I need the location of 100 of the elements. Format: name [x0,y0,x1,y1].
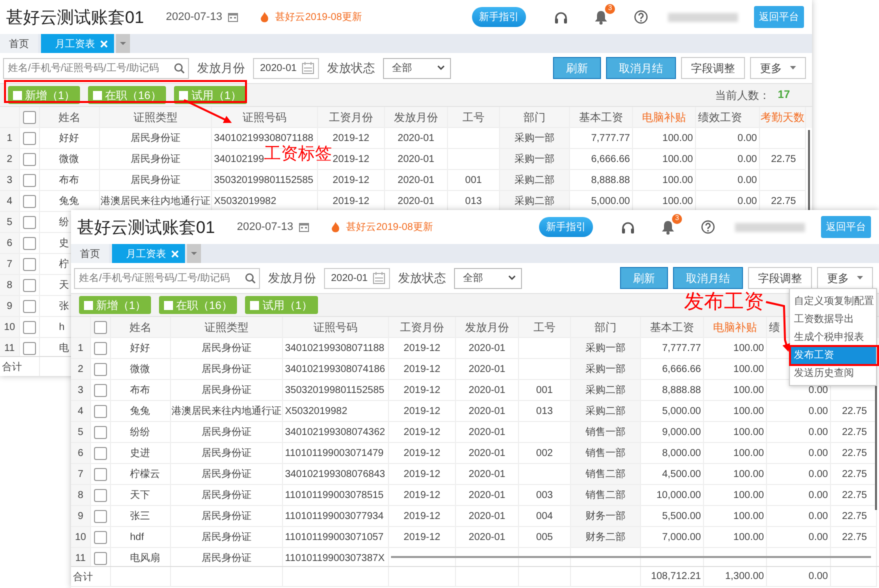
column-header[interactable]: 发放月份 [385,107,448,128]
caret-icon[interactable] [857,276,863,280]
row-checkbox[interactable] [23,236,36,250]
column-header[interactable]: 证照类型 [171,317,283,338]
headset-icon[interactable] [621,220,635,234]
search-field[interactable]: 姓名/手机号/证照号码/工号/助记码 [74,268,260,288]
table-cell: 好好 [40,128,100,149]
more-dropdown-button[interactable]: 更多 [750,57,806,79]
table-cell: 100.00 [704,506,767,527]
redacted-username [735,222,805,232]
help-icon[interactable] [634,10,648,24]
column-header[interactable]: 发放月份 [456,317,519,338]
row-checkbox[interactable] [23,152,36,166]
menu-item[interactable]: 生成个税申报表 [790,328,876,346]
caret-icon[interactable] [790,66,796,70]
column-header[interactable]: 证照类型 [100,107,212,128]
row-checkbox[interactable] [23,132,36,144]
headset-icon[interactable] [554,10,568,24]
row-checkbox[interactable] [94,510,107,522]
bell-icon[interactable] [594,10,608,24]
table-cell: 2020-01 [456,422,519,443]
status-select[interactable]: 全部 [454,268,522,288]
tab-dropdown-icon[interactable] [116,34,130,53]
menu-item[interactable]: 发布工资 [790,346,876,364]
column-header[interactable]: 工资月份 [318,107,385,128]
row-number: 6 [71,443,91,464]
total-label: 合计 [0,357,40,376]
row-number: 3 [71,380,91,401]
month-field[interactable]: 2020-01 [253,58,319,78]
bell-icon[interactable] [661,220,675,234]
table-cell: 22.75 [831,527,877,548]
date-text: 2020-07-13 [236,221,294,233]
row-checkbox[interactable] [94,552,107,564]
date-text: 2020-07-13 [166,11,222,23]
month-field[interactable]: 2020-01 [324,268,390,288]
menu-item[interactable]: 工资数据导出 [790,310,876,328]
calendar-icon[interactable] [299,222,310,232]
calendar-icon[interactable] [373,272,385,284]
row-checkbox[interactable] [23,194,36,208]
row-checkbox[interactable] [94,426,107,438]
status-select[interactable]: 全部 [383,58,451,78]
menu-item[interactable]: 自定义项复制配置 [790,292,876,310]
row-checkbox[interactable] [94,488,107,502]
toolbar-button[interactable]: 字段调整 [748,267,812,289]
column-header[interactable]: 证照号码 [283,317,389,338]
chevron-down-icon[interactable] [437,65,445,71]
row-checkbox[interactable] [94,468,107,480]
close-icon[interactable] [171,250,179,258]
close-icon[interactable] [100,40,108,48]
column-header[interactable]: 基本工资 [641,317,704,338]
column-header[interactable]: 绩效工资 [696,107,760,128]
row-checkbox[interactable] [94,404,107,418]
table-cell: 7,000.00 [641,527,704,548]
help-icon[interactable] [701,220,715,234]
column-header[interactable]: 证照号码 [212,107,318,128]
search-icon[interactable] [245,272,256,284]
scrollbar[interactable] [391,556,871,558]
tab[interactable]: 首页 [71,244,109,263]
row-checkbox[interactable] [94,384,107,396]
table-cell: 110101199003077934 [283,506,389,527]
row-checkbox[interactable] [23,258,36,270]
column-header[interactable]: 基本工资 [570,107,633,128]
calendar-icon[interactable] [228,12,238,22]
table-cell: 22.75 [760,149,806,170]
total-cell: 1,300.00 [704,567,767,587]
column-header[interactable]: 姓名 [111,317,171,338]
table-cell: 340102199308074362 [283,422,389,443]
search-field[interactable]: 姓名/手机号/证照号码/工号/助记码 [3,58,189,78]
select-all-checkbox[interactable] [94,320,107,334]
row-checkbox[interactable] [94,530,107,544]
column-header[interactable]: 工号 [519,317,571,338]
table-cell: 财务二部 [571,527,641,548]
row-checkbox[interactable] [23,216,36,228]
column-header[interactable]: 工号 [448,107,500,128]
calendar-icon[interactable] [302,62,314,74]
toolbar-button[interactable]: 字段调整 [681,57,745,79]
row-checkbox[interactable] [23,300,36,312]
row-checkbox[interactable] [94,362,107,376]
tab-dropdown-icon[interactable] [187,244,201,263]
month-label: 发放月份 [268,270,316,286]
row-checkbox[interactable] [23,320,36,334]
row-checkbox[interactable] [94,446,107,460]
more-dropdown-button[interactable]: 更多 [817,267,873,289]
row-checkbox[interactable] [94,342,107,354]
column-header[interactable]: 姓名 [40,107,100,128]
select-all-checkbox[interactable] [23,110,36,124]
table-cell: 销售二部 [571,485,641,506]
table-cell: 100.00 [704,443,767,464]
table-cell: 2020-01 [385,170,448,191]
chevron-down-icon[interactable] [508,275,516,281]
menu-item[interactable]: 发送历史查阅 [790,364,876,382]
table-cell: 2020-01 [385,128,448,149]
table-cell: 100.00 [704,401,767,422]
table-cell: 2019-12 [389,485,456,506]
search-icon[interactable] [174,62,185,74]
tab[interactable]: 首页 [0,34,38,53]
row-checkbox[interactable] [23,342,36,354]
column-header[interactable]: 工资月份 [389,317,456,338]
row-checkbox[interactable] [23,174,36,186]
row-checkbox[interactable] [23,278,36,292]
